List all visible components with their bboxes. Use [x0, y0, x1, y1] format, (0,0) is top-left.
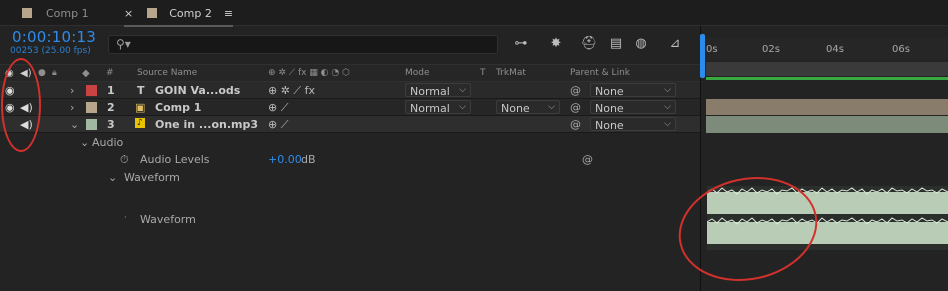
layer-label-color[interactable]: [86, 102, 97, 113]
column-t: T: [480, 68, 486, 78]
work-area-bar[interactable]: [706, 62, 948, 76]
comp-flowchart-icon[interactable]: ⊶: [510, 34, 532, 54]
layer-duration-bar[interactable]: [706, 116, 948, 133]
layer-name[interactable]: Comp 1: [155, 101, 201, 114]
current-time-indicator[interactable]: [700, 34, 705, 78]
chevron-down-icon[interactable]: ⌄: [70, 118, 79, 131]
column-mode[interactable]: Mode: [405, 68, 430, 78]
annotation-circle: [1, 58, 41, 152]
layer-row[interactable]: ◉ › 1 T GOIN Va...ods ⊕ ✲ ⟋ fx Normal ⌵ @…: [0, 82, 700, 99]
layer-row[interactable]: ◉ ◀) › 2 ▣ Comp 1 ⊕ ⟋ Normal ⌵ None ⌵ @ No…: [0, 99, 700, 116]
draft-3d-icon[interactable]: ✸: [545, 34, 567, 54]
shy-layers-icon[interactable]: ⛑: [578, 34, 600, 54]
trkmat-select[interactable]: None ⌵: [496, 100, 560, 115]
comp-layer-icon: ▣: [135, 101, 146, 114]
property-group-waveform[interactable]: ⌄ Waveform: [0, 169, 700, 186]
tab-comp-2[interactable]: × Comp 2 ≡: [124, 0, 234, 27]
comp-icon: [22, 8, 32, 18]
close-tab-button[interactable]: ×: [124, 7, 133, 20]
render-bar: [706, 77, 948, 80]
lock-icon[interactable]: 🔒︎: [52, 68, 57, 78]
layer-name[interactable]: GOIN Va...ods: [155, 84, 240, 97]
column-parent[interactable]: Parent & Link: [570, 68, 630, 78]
panel-tab-bar: Comp 1 × Comp 2 ≡: [0, 0, 948, 27]
column-source-name[interactable]: Source Name: [137, 68, 197, 78]
stopwatch-icon[interactable]: ⏱: [120, 153, 129, 167]
blend-mode-select[interactable]: Normal ⌵: [405, 100, 471, 115]
pickwhip-icon[interactable]: @: [570, 101, 581, 114]
time-ruler[interactable]: 0s 02s 04s 06s: [706, 38, 948, 60]
parent-select[interactable]: None ⌵: [590, 83, 676, 98]
property-waveform: · Waveform: [0, 211, 700, 228]
layer-switches[interactable]: ⊕ ⟋: [268, 118, 288, 132]
solo-icon[interactable]: ●: [38, 68, 46, 78]
layer-switches[interactable]: ⊕ ✲ ⟋ fx: [268, 84, 315, 98]
frame-rate-display: 00253 (25.00 fps): [10, 46, 91, 56]
label-tag-icon[interactable]: ◆: [82, 68, 90, 79]
layer-name[interactable]: One in ...on.mp3: [155, 118, 258, 131]
chevron-down-icon[interactable]: ⌄: [80, 136, 89, 149]
tab-comp-1[interactable]: Comp 1: [22, 0, 89, 26]
chevron-down-icon[interactable]: ⌄: [108, 171, 117, 184]
pickwhip-icon[interactable]: @: [570, 118, 581, 131]
panel-menu-icon[interactable]: ≡: [224, 7, 233, 20]
motion-blur-icon[interactable]: ◍: [630, 34, 652, 54]
search-icon: ⚲▾: [116, 37, 131, 51]
current-time-display[interactable]: 0:00:10:13: [12, 28, 96, 46]
text-layer-icon: T: [137, 84, 145, 97]
audio-levels-value[interactable]: +0.00: [268, 153, 302, 166]
layer-row[interactable]: ◀) ⌄ 3 ♪ One in ...on.mp3 ⊕ ⟋ @ None ⌵: [0, 116, 700, 133]
chevron-right-icon[interactable]: ›: [70, 101, 74, 114]
layer-switches[interactable]: ⊕ ⟋: [268, 101, 288, 115]
column-number: #: [106, 68, 114, 78]
layer-column-header: ◉ ◀) ● 🔒︎ ◆ # Source Name ⊕ ✲ ⟋ fx ▦ ◐ ◔…: [0, 64, 700, 82]
blend-mode-select[interactable]: Normal ⌵: [405, 83, 471, 98]
search-input[interactable]: [108, 35, 498, 54]
property-group-audio[interactable]: ⌄ Audio: [0, 134, 700, 151]
graph-editor-icon[interactable]: ⊿: [664, 34, 686, 54]
parent-select[interactable]: None ⌵: [590, 117, 676, 132]
pickwhip-icon[interactable]: @: [570, 84, 581, 97]
layer-label-color[interactable]: [86, 119, 97, 130]
chevron-right-icon[interactable]: ›: [70, 84, 74, 97]
layer-duration-bar[interactable]: [706, 99, 948, 115]
parent-select[interactable]: None ⌵: [590, 100, 676, 115]
audio-file-icon: ♪: [135, 118, 145, 128]
switches-icons: ⊕ ✲ ⟋ fx ▦ ◐ ◔ ⬡: [268, 68, 350, 78]
pickwhip-icon[interactable]: @: [582, 153, 593, 166]
property-audio-levels[interactable]: ⏱ Audio Levels +0.00 dB @: [0, 151, 700, 168]
frame-blending-icon[interactable]: ▤: [605, 34, 627, 54]
column-trkmat[interactable]: TrkMat: [496, 68, 526, 78]
comp-icon: [147, 8, 158, 18]
layer-label-color[interactable]: [86, 85, 97, 96]
bullet-icon: ·: [124, 213, 127, 222]
